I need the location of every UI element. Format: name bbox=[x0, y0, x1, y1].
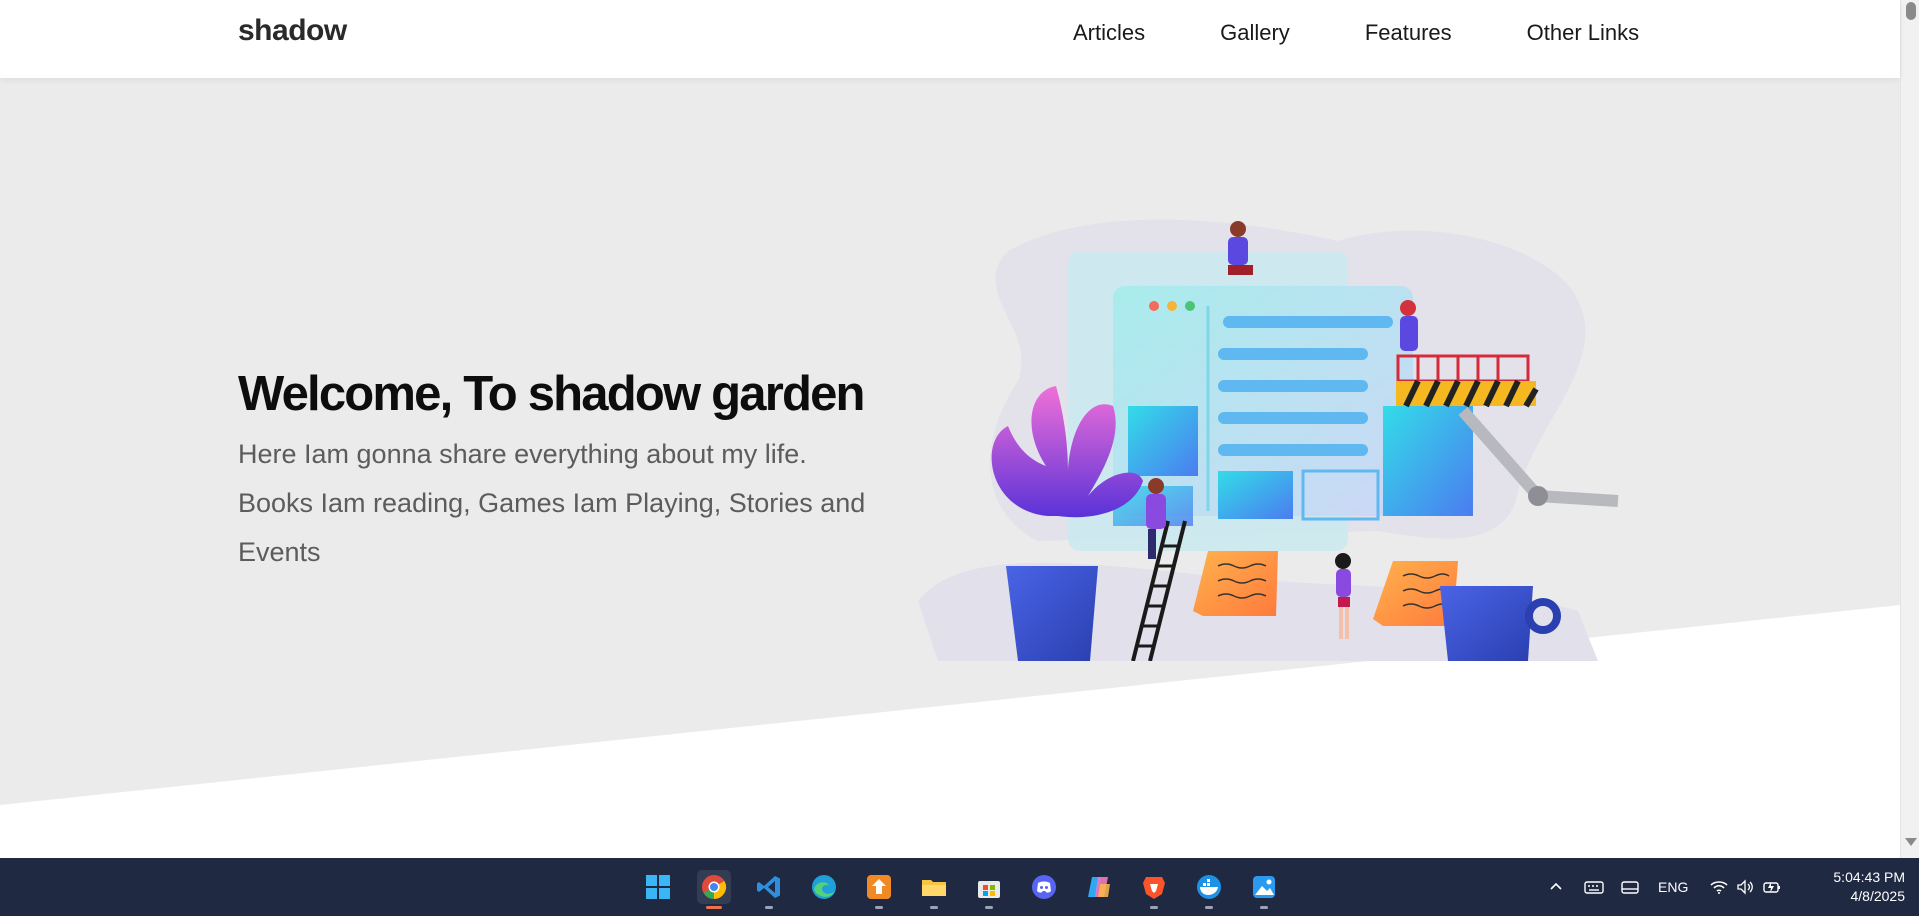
app-icon[interactable] bbox=[862, 870, 896, 909]
site-header: shadow Articles Gallery Features Other L… bbox=[0, 0, 1900, 78]
chrome-icon[interactable] bbox=[697, 870, 731, 909]
page-scrollbar[interactable] bbox=[1900, 0, 1919, 858]
vscode-icon[interactable] bbox=[752, 870, 786, 909]
scrollbar-thumb[interactable] bbox=[1906, 2, 1916, 20]
nav-articles[interactable]: Articles bbox=[1073, 20, 1145, 46]
nav-gallery[interactable]: Gallery bbox=[1220, 20, 1290, 46]
windows-start-icon[interactable] bbox=[641, 870, 675, 904]
edge-icon[interactable] bbox=[807, 870, 841, 904]
website-builders-illustration bbox=[918, 219, 1619, 661]
language-indicator[interactable]: ENG bbox=[1658, 879, 1688, 895]
scroll-down-arrow-icon[interactable] bbox=[1905, 838, 1917, 846]
keyboard-icon[interactable] bbox=[1584, 879, 1604, 895]
site-logo[interactable]: shadow bbox=[238, 14, 347, 48]
battery-icon[interactable] bbox=[1762, 879, 1782, 895]
clock-time: 5:04:43 PM bbox=[1833, 869, 1905, 885]
discord-icon[interactable] bbox=[1027, 870, 1061, 904]
hero-section: Welcome, To shadow garden Here Iam gonna… bbox=[0, 78, 1900, 891]
docker-icon[interactable] bbox=[1192, 870, 1226, 909]
nav-features[interactable]: Features bbox=[1365, 20, 1452, 46]
microsoft-store-icon[interactable] bbox=[972, 870, 1006, 909]
system-clock[interactable]: 5:04:43 PM 4/8/2025 bbox=[1805, 868, 1905, 906]
touchpad-icon[interactable] bbox=[1620, 879, 1640, 895]
nav-other-links[interactable]: Other Links bbox=[1527, 20, 1640, 46]
hero-description: Here Iam gonna share everything about my… bbox=[238, 439, 866, 567]
volume-icon[interactable] bbox=[1736, 879, 1754, 895]
hero-title: Welcome, To shadow garden bbox=[238, 367, 866, 421]
file-explorer-icon[interactable] bbox=[917, 870, 951, 909]
clock-date: 4/8/2025 bbox=[1850, 888, 1906, 904]
chevron-up-icon[interactable] bbox=[1548, 879, 1564, 895]
brave-icon[interactable] bbox=[1137, 870, 1171, 909]
main-nav: Articles Gallery Features Other Links bbox=[1073, 20, 1639, 46]
wifi-icon[interactable] bbox=[1710, 879, 1728, 895]
photos-icon[interactable] bbox=[1247, 870, 1281, 909]
copilot-icon[interactable] bbox=[1082, 870, 1116, 904]
system-tray: ENG bbox=[1548, 858, 1782, 916]
windows-taskbar: ENG 5:04:43 PM 4/8/2025 bbox=[0, 858, 1919, 916]
